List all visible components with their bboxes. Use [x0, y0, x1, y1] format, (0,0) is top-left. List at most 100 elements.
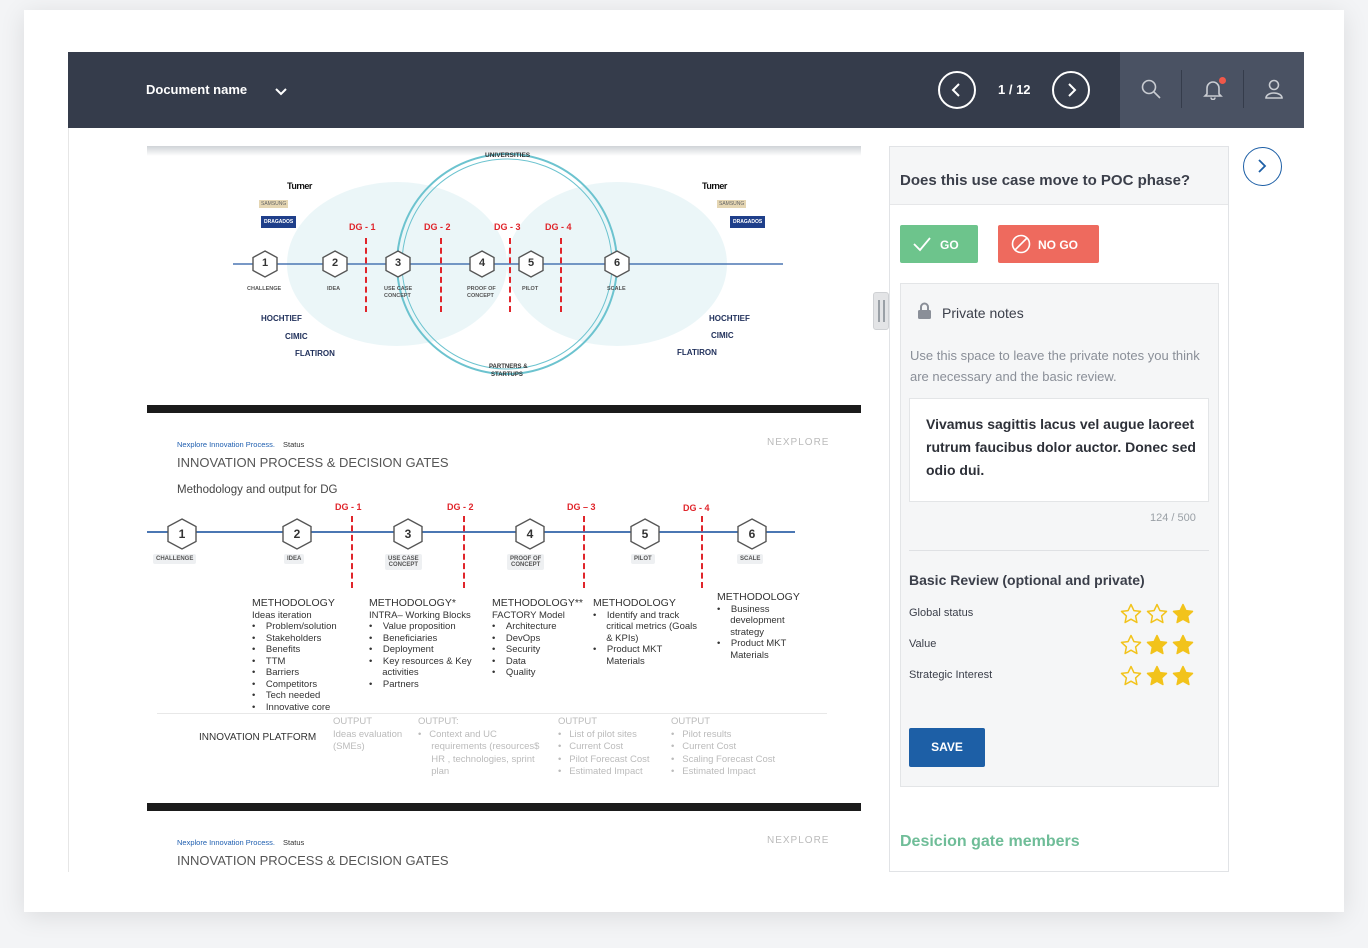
star-icon[interactable]	[1146, 603, 1168, 625]
slide-2: Nexplore Innovation Process. Status NEXP…	[147, 413, 861, 803]
step-hex: 5	[518, 250, 544, 278]
step-hex: 4	[515, 518, 545, 550]
no-go-button[interactable]: NO GO	[998, 225, 1099, 263]
step-label: PROOF OF	[467, 286, 496, 292]
decision-panel: Does this use case move to POC phase? GO…	[889, 146, 1229, 872]
step-hex: 2	[322, 250, 348, 278]
next-use-case-button[interactable]	[1243, 147, 1282, 186]
methodology-block: METHODOLOGY** FACTORY Model • Architectu…	[492, 597, 584, 678]
brand-line: Nexplore Innovation Process.	[177, 440, 275, 449]
step-label: SCALE	[607, 286, 626, 292]
turner-logo: Turner	[287, 181, 312, 191]
next-page-button[interactable]	[1052, 71, 1090, 109]
startups-label: STARTUPS	[491, 372, 523, 378]
star-icon[interactable]	[1172, 634, 1194, 656]
output-block: OUTPUT • List of pilot sites • Current C…	[558, 716, 650, 777]
star-rating[interactable]	[1120, 634, 1198, 656]
slide-title: INNOVATION PROCESS & DECISION GATES	[177, 853, 449, 868]
step-hex: 3	[385, 250, 411, 278]
cimic-logo-right: CIMIC	[711, 331, 734, 340]
slide-separator	[147, 803, 861, 811]
slide-1: UNIVERSITIES PARTNERS & STARTUPS Turner …	[147, 146, 861, 404]
step-hex: 1	[252, 250, 278, 278]
gate-line	[440, 238, 442, 312]
user-icon[interactable]	[1263, 78, 1285, 105]
star-icon[interactable]	[1146, 634, 1168, 656]
star-rating[interactable]	[1120, 665, 1198, 687]
flatiron-logo-right: FLATIRON	[677, 348, 717, 357]
star-icon[interactable]	[1120, 665, 1142, 687]
step-hex: 5	[630, 518, 660, 550]
gate-line	[583, 516, 585, 588]
stage-label: PROOF OF CONCEPT	[507, 554, 545, 570]
hochtief-logo: HOCHTIEF	[261, 314, 302, 323]
star-icon[interactable]	[1146, 665, 1168, 687]
stage-label: SCALE	[737, 554, 764, 564]
gate-label: DG - 4	[683, 503, 710, 513]
chevron-down-icon[interactable]	[274, 84, 288, 102]
slide-3: Nexplore Innovation Process. Status NEXP…	[147, 811, 861, 872]
gate-label: DG - 4	[545, 222, 572, 232]
slide-separator	[147, 405, 861, 413]
star-icon[interactable]	[1172, 665, 1194, 687]
document-name[interactable]: Document name	[146, 82, 247, 97]
private-notes-textarea[interactable]: Vivamus sagittis lacus vel augue laoreet…	[909, 398, 1209, 502]
step-label: CHALLENGE	[247, 286, 282, 292]
step-label: PILOT	[522, 286, 539, 292]
brand-status: Status	[283, 440, 305, 449]
search-icon[interactable]	[1140, 78, 1162, 105]
page-indicator: 1 / 12	[998, 82, 1031, 97]
star-rating[interactable]	[1120, 603, 1198, 625]
chevron-left-icon	[951, 83, 960, 97]
samsung-logo-right: SAMSUNG	[717, 200, 747, 208]
step-hex: 4	[469, 250, 495, 278]
nexplore-logo: NEXPLORE	[767, 835, 830, 846]
step-hex: 6	[737, 518, 767, 550]
universities-label: UNIVERSITIES	[485, 152, 531, 159]
document-viewer[interactable]: UNIVERSITIES PARTNERS & STARTUPS Turner …	[68, 128, 878, 872]
chevron-right-icon	[1258, 159, 1267, 173]
flatiron-logo: FLATIRON	[295, 349, 335, 358]
gate-line	[509, 238, 511, 312]
step-hex: 2	[282, 518, 312, 550]
toolbar	[1120, 52, 1304, 128]
step-hex: 1	[167, 518, 197, 550]
star-icon[interactable]	[1120, 603, 1142, 625]
private-notes-value[interactable]: Vivamus sagittis lacus vel augue laoreet…	[926, 413, 1196, 482]
drag-handle-icon[interactable]	[873, 292, 889, 330]
slide-title: INNOVATION PROCESS & DECISION GATES	[177, 455, 449, 470]
ban-icon	[1011, 234, 1031, 254]
private-notes-section: Private notes Use this space to leave th…	[900, 283, 1219, 787]
gate-line	[701, 516, 703, 588]
nexplore-logo: NEXPLORE	[767, 437, 830, 448]
brand-line: Nexplore Innovation Process.	[177, 838, 275, 847]
star-icon[interactable]	[1172, 603, 1194, 625]
gate-line	[351, 516, 353, 588]
character-counter: 124 / 500	[1150, 512, 1196, 524]
brand-status: Status	[283, 838, 305, 847]
dragados-logo: DRAGADOS	[261, 216, 297, 228]
cimic-logo: CIMIC	[285, 332, 308, 341]
review-label: Strategic Interest	[909, 669, 993, 681]
check-icon	[913, 237, 931, 252]
stage-label: PILOT	[631, 554, 655, 564]
divider	[909, 550, 1209, 551]
samsung-logo: SAMSUNG	[259, 200, 289, 208]
star-icon[interactable]	[1120, 634, 1142, 656]
decision-gate-members-title: Desicion gate members	[900, 833, 1080, 850]
review-label: Value	[909, 638, 937, 650]
step-hex: 6	[604, 250, 630, 278]
prev-page-button[interactable]	[938, 71, 976, 109]
go-button[interactable]: GO	[900, 225, 978, 263]
gate-line	[365, 238, 367, 312]
output-block: OUTPUT • Pilot results • Current Cost • …	[671, 716, 776, 777]
save-button[interactable]: SAVE	[909, 728, 985, 767]
review-label: Global status	[909, 607, 974, 619]
private-notes-title: Private notes	[942, 305, 1024, 321]
gate-label: DG - 2	[447, 502, 474, 512]
output-block: OUTPUT: • Context and UC requirements (r…	[418, 716, 540, 777]
platform-label: INNOVATION PLATFORM	[199, 732, 317, 743]
platform-divider	[157, 713, 827, 714]
partners-label: PARTNERS &	[489, 364, 528, 370]
dragados-logo-right: DRAGADOS	[730, 216, 766, 228]
